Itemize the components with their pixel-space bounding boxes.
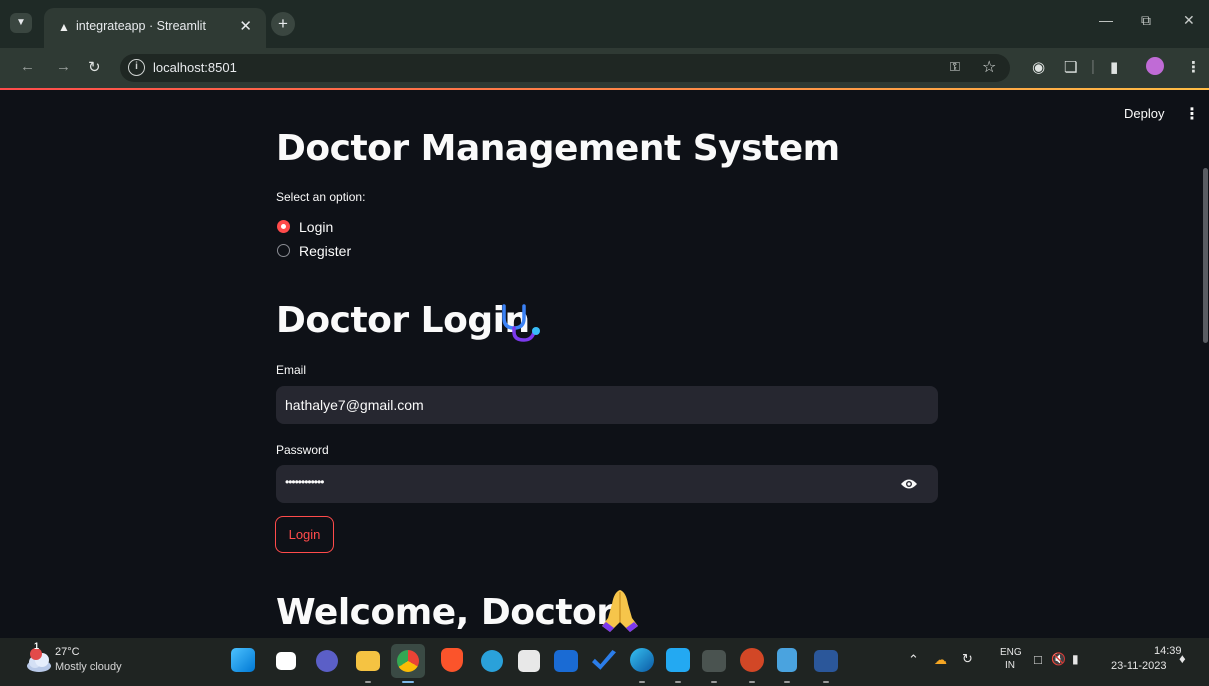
- radio-group-label: Select an option:: [276, 190, 366, 204]
- volume-muted-icon[interactable]: 🔇: [1051, 652, 1066, 666]
- email-value: hathalye7@gmail.com: [285, 397, 424, 413]
- deploy-button[interactable]: Deploy: [1124, 106, 1164, 121]
- page-title: Doctor Management System: [276, 128, 840, 169]
- browser-tabstrip: ▼ ▲ integrateapp · Streamlit ✕ + — ⧉ ✕: [0, 0, 1209, 48]
- welcome-heading: Welcome, Doctor: [276, 592, 614, 633]
- clock-date[interactable]: 23-11-2023: [1111, 660, 1166, 672]
- password-label: Password: [276, 443, 329, 457]
- restore-icon[interactable]: ⧉: [1141, 12, 1151, 29]
- windows-start-icon[interactable]: [231, 648, 255, 672]
- close-window-icon[interactable]: ✕: [1183, 12, 1195, 29]
- streamlit-app: Deploy ⋮ Doctor Management System Select…: [0, 90, 1209, 638]
- extension-incognito-icon[interactable]: ◉: [1032, 58, 1045, 76]
- language-top[interactable]: ENG: [1000, 647, 1022, 658]
- battery-icon[interactable]: ▮: [1072, 652, 1079, 666]
- sync-status-icon[interactable]: ↻: [962, 651, 973, 667]
- task-view-icon[interactable]: [276, 652, 296, 670]
- myhp-icon[interactable]: [554, 650, 578, 672]
- powerpoint-icon[interactable]: [740, 648, 764, 672]
- close-tab-icon[interactable]: ✕: [239, 17, 252, 35]
- weather-condition: Mostly cloudy: [55, 661, 122, 673]
- password-value: ••••••••••••: [285, 475, 324, 489]
- running-indicator: [711, 681, 717, 683]
- streamlit-favicon-icon: ▲: [58, 20, 70, 34]
- toolbar-divider: |: [1091, 58, 1095, 75]
- radio-option-login[interactable]: Login: [277, 218, 397, 238]
- weather-temperature: 27°C: [55, 646, 80, 658]
- microsoft-store-icon[interactable]: [518, 650, 540, 672]
- login-heading: Doctor Login: [276, 300, 530, 341]
- radio-option-label: Register: [299, 243, 352, 259]
- browser-menu-icon[interactable]: ⋮: [1186, 58, 1201, 76]
- page-scrollbar[interactable]: [1203, 168, 1208, 343]
- forward-icon[interactable]: →: [56, 58, 71, 75]
- tab-search-button[interactable]: ▼: [10, 13, 32, 33]
- reload-icon[interactable]: ↻: [88, 58, 101, 76]
- new-tab-button[interactable]: +: [271, 12, 295, 36]
- login-button[interactable]: Login: [275, 516, 334, 553]
- notepad-icon[interactable]: [777, 648, 797, 672]
- extensions-puzzle-icon[interactable]: ❏: [1064, 58, 1077, 76]
- running-indicator: [784, 681, 790, 683]
- browser-toolbar: ← → ↻ i localhost:8501 ⚿ ☆ ◉ ❏ | ▮ ⋮: [0, 48, 1209, 88]
- back-icon[interactable]: ←: [20, 58, 35, 75]
- running-indicator: [402, 681, 414, 683]
- notifications-bell-icon[interactable]: ♦: [1179, 651, 1186, 666]
- show-password-eye-icon[interactable]: [900, 477, 918, 491]
- main-menu-icon[interactable]: ⋮: [1184, 104, 1200, 124]
- weather-badge: 1: [34, 641, 40, 651]
- running-indicator: [675, 681, 681, 683]
- file-explorer-icon[interactable]: [356, 651, 380, 671]
- weather-cloud-icon[interactable]: [25, 648, 53, 674]
- password-field[interactable]: ••••••••••••: [276, 465, 938, 503]
- radio-option-label: Login: [299, 219, 334, 235]
- email-label: Email: [276, 363, 307, 377]
- clock-time[interactable]: 14:39: [1154, 645, 1182, 657]
- vscode-icon[interactable]: [666, 648, 690, 672]
- tab-title: integrateapp · Streamlit: [76, 19, 206, 33]
- bookmark-star-icon[interactable]: ☆: [982, 57, 996, 77]
- show-hidden-icons-icon[interactable]: ⌃: [908, 652, 919, 668]
- stethoscope-icon: [502, 304, 540, 342]
- running-indicator: [823, 681, 829, 683]
- edge-icon[interactable]: [630, 648, 654, 672]
- running-indicator: [639, 681, 645, 683]
- email-field[interactable]: hathalye7@gmail.com: [276, 386, 938, 424]
- telegram-icon[interactable]: [481, 650, 503, 672]
- chrome-icon[interactable]: [397, 650, 419, 672]
- language-bottom[interactable]: IN: [1005, 660, 1015, 671]
- site-info-icon[interactable]: i: [128, 59, 145, 76]
- brave-icon[interactable]: [441, 648, 463, 672]
- login-button-label: Login: [288, 527, 321, 542]
- todo-check-icon[interactable]: [592, 650, 616, 670]
- radio-option-register[interactable]: Register: [277, 242, 397, 262]
- network-icon[interactable]: □: [1034, 652, 1042, 667]
- terminal-icon[interactable]: [702, 650, 726, 672]
- folded-hands-icon: [602, 590, 638, 632]
- running-indicator: [749, 681, 755, 683]
- radio-selected-icon: [277, 220, 290, 233]
- side-panel-icon[interactable]: ▮: [1110, 58, 1118, 76]
- onedrive-cloud-icon[interactable]: ☁: [934, 652, 947, 668]
- address-bar[interactable]: i localhost:8501 ⚿ ☆: [120, 54, 1010, 82]
- radio-unselected-icon: [277, 244, 290, 257]
- password-key-icon[interactable]: ⚿: [950, 59, 960, 75]
- minimize-icon[interactable]: —: [1099, 12, 1113, 28]
- profile-avatar-icon[interactable]: [1146, 57, 1164, 75]
- running-indicator: [365, 681, 371, 683]
- browser-tab[interactable]: ▲ integrateapp · Streamlit ✕: [44, 8, 266, 48]
- teams-chat-icon[interactable]: [316, 650, 338, 672]
- url-text: localhost:8501: [153, 60, 237, 75]
- windows-taskbar: 1 27°C Mostly cloudy ⌃ ☁ ↻ ENG IN □ 🔇 ▮ …: [0, 638, 1209, 686]
- word-icon[interactable]: [814, 650, 838, 672]
